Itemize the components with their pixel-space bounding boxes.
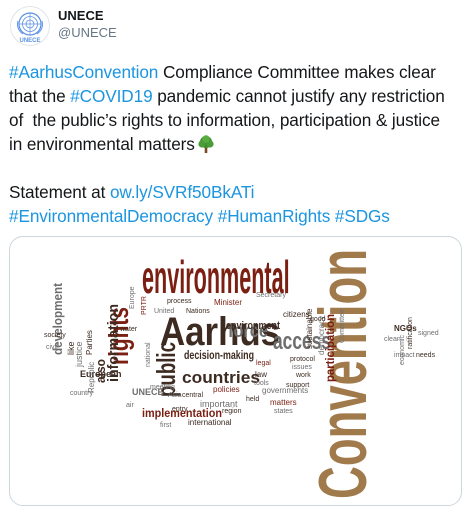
wc-process: process <box>167 298 192 305</box>
wc-civil: civil <box>46 344 58 351</box>
hashtag-aarhus-convention[interactable]: #AarhusConvention <box>9 62 158 82</box>
wc-law: law <box>255 370 267 379</box>
wc-country: country <box>70 390 93 397</box>
wc-support: support <box>286 382 309 389</box>
tweet-card[interactable]: UNECE UNECE @UNECE #AarhusConvention Com… <box>0 0 463 510</box>
wc-tools: tools <box>254 380 269 387</box>
wc-europe: Europe <box>129 286 136 309</box>
wc-parties: Parties <box>85 330 94 355</box>
account-handle[interactable]: @UNECE <box>58 25 117 40</box>
wc-ngos: NGOs <box>394 324 417 333</box>
account-avatar[interactable]: UNECE <box>10 6 50 46</box>
svg-text:UNECE: UNECE <box>19 38 40 44</box>
wc-society: society <box>44 332 66 339</box>
wc-secretary: Secretary <box>256 292 286 299</box>
wc-prtr: PRTR <box>141 296 148 315</box>
wc-asia: Asia <box>168 392 182 399</box>
wc-decision-making: decision-making <box>184 348 254 362</box>
wc-sustainable: sustainable <box>305 308 314 349</box>
account-display-name[interactable]: UNECE <box>58 8 104 23</box>
wc-republic: Republic <box>87 362 96 393</box>
wc-international: international <box>188 418 232 427</box>
wc-good: good <box>310 316 326 323</box>
word-cloud-image: environmental Aarhus Convention rights p… <box>44 249 439 499</box>
wc-nations: Nations <box>186 308 210 315</box>
un-emblem-icon: UNECE <box>17 12 43 44</box>
wc-first: first <box>160 422 171 429</box>
hashtag-environmental-democracy[interactable]: #EnvironmentalDemocracy <box>9 206 213 226</box>
wc-national: national <box>145 342 152 367</box>
wc-policies: policies <box>213 385 240 394</box>
hashtag-sdgs[interactable]: #SDGs <box>335 206 390 226</box>
wc-work: work <box>295 372 311 379</box>
statement-prefix: Statement at <box>9 182 110 202</box>
wc-protocol: protocol <box>290 356 315 363</box>
wc-committee: Committee <box>339 309 346 343</box>
wc-clean: clean <box>384 336 401 343</box>
hashtag-human-rights[interactable]: #HumanRights <box>218 206 331 226</box>
tweet-text: #AarhusConvention Compliance Committee m… <box>9 60 457 228</box>
wc-meeting: meeting <box>150 384 175 391</box>
statement-link[interactable]: ow.ly/SVRf50BkATi <box>110 182 255 202</box>
wc-held: held <box>246 396 259 403</box>
wc-environment: environment <box>226 320 280 332</box>
wc-legal: legal <box>256 360 271 367</box>
tweet-media-image[interactable]: environmental Aarhus Convention rights p… <box>9 236 462 506</box>
wc-matters: matters <box>270 398 297 407</box>
wc-convention: Convention <box>305 249 381 499</box>
wc-signed: signed <box>418 330 439 337</box>
wc-like: like <box>66 341 76 355</box>
wc-states: states <box>274 408 293 415</box>
deciduous-tree-icon <box>198 135 214 153</box>
wc-entry: entry <box>172 406 188 413</box>
wc-needs: needs <box>416 352 436 359</box>
wc-water: water <box>119 326 138 333</box>
wc-issues: issues <box>292 364 312 371</box>
wc-central: central <box>182 392 203 399</box>
wc-minister: Minister <box>214 298 242 307</box>
wc-region: region <box>222 408 242 415</box>
wc-air: air <box>126 402 134 409</box>
wc-united: United <box>154 308 174 315</box>
hashtag-covid19[interactable]: #COVID19 <box>70 86 152 106</box>
